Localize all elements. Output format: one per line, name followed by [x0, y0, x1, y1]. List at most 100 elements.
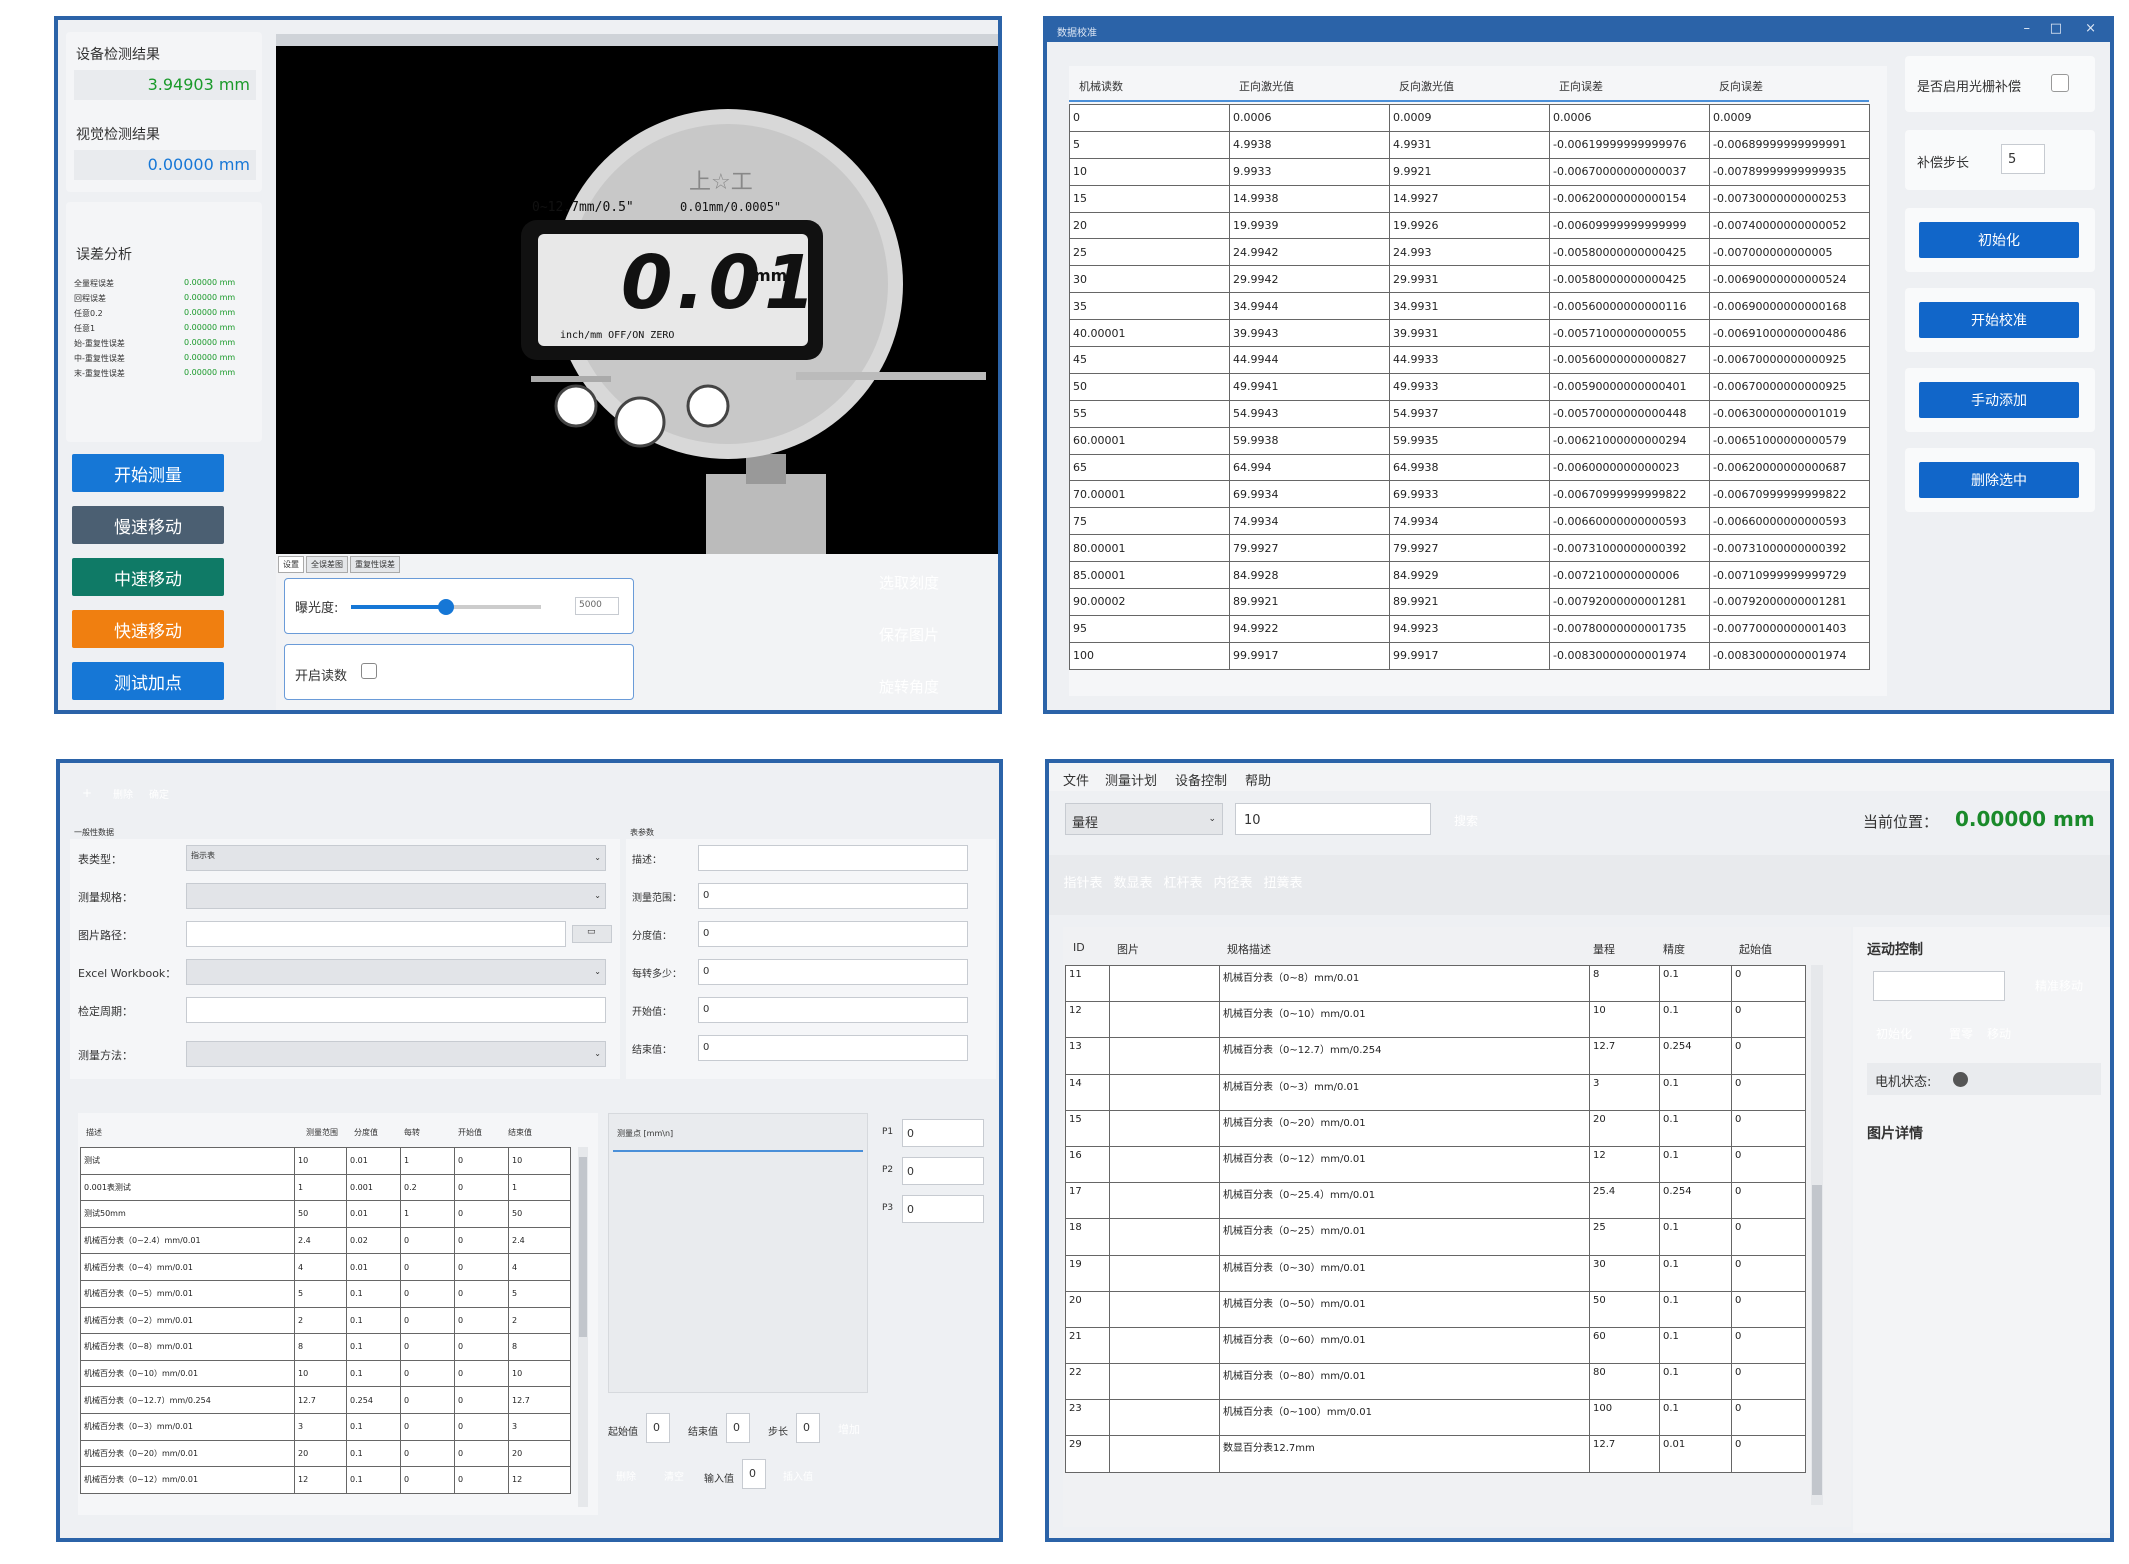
step-value-input[interactable]: 0	[796, 1413, 820, 1443]
gauge-plan-row[interactable]: 19 机械百分表（0~30）mm/0.01 30 0.1 0	[1065, 1254, 1806, 1292]
gauge-plan-row[interactable]: 21 机械百分表（0~60）mm/0.01 60 0.1 0	[1065, 1326, 1806, 1365]
select-scale-button[interactable]: 选取刻度	[876, 563, 942, 601]
slow-move-button[interactable]: 慢速移动	[72, 506, 224, 544]
calibration-row[interactable]: 15 14.9938 14.9927 -0.00620000000000154 -0.0…	[1069, 184, 1870, 213]
points-list[interactable]: 测量点 [mm\n]	[608, 1113, 868, 1393]
gauge-list-row[interactable]: 机械百分表（0~2）mm/0.01 2 0.1 0 0 2	[80, 1306, 571, 1335]
exposure-slider-handle[interactable]	[438, 599, 454, 615]
scrollbar-thumb[interactable]	[1812, 1185, 1822, 1495]
calibration-row[interactable]: 10 9.9933 9.9921 -0.00670000000000037 -0.007…	[1069, 157, 1870, 186]
method-select[interactable]: ⌄	[186, 1041, 606, 1067]
search-button[interactable]: 搜索	[1451, 803, 1481, 837]
grating-checkbox[interactable]	[2051, 74, 2069, 92]
calibration-row[interactable]: 55 54.9943 54.9937 -0.00570000000000448 -0.0…	[1069, 399, 1870, 428]
menu-file[interactable]: 文件	[1063, 770, 1089, 789]
test-add-point-button[interactable]: 测试加点	[72, 662, 224, 700]
spec-select[interactable]: ⌄	[186, 883, 606, 909]
gauge-list-row[interactable]: 机械百分表（0~2.4）mm/0.01 2.4 0.02 0 0 2.4	[80, 1226, 571, 1255]
excel-workbook-select[interactable]: ⌄	[186, 959, 606, 985]
param-per-rev-input[interactable]: 0	[698, 959, 968, 985]
calibration-row[interactable]: 65 64.994 64.9938 -0.0060000000000023 -0.006…	[1069, 453, 1870, 482]
menu-help[interactable]: 帮助	[1245, 770, 1271, 789]
param-range-input[interactable]: 0	[698, 883, 968, 909]
gauge-list-row[interactable]: 测试50mm 50 0.01 1 0 50	[80, 1200, 571, 1228]
calibration-row[interactable]: 60.00001 59.9938 59.9935 -0.006210000000002…	[1069, 426, 1870, 455]
calibration-row[interactable]: 70.00001 69.9934 69.9933 -0.006709999999998…	[1069, 480, 1870, 509]
param-desc-input[interactable]	[698, 845, 968, 871]
confirm-button[interactable]: 确定	[144, 777, 174, 809]
lever-gauge-button[interactable]: 杠杆表	[1161, 865, 1205, 897]
fast-move-button[interactable]: 快速移动	[72, 610, 224, 648]
camera-view[interactable]: 上☆工 0~12.7mm/0.5" 0.01mm/0.0005" 0.01 mm…	[276, 34, 998, 554]
filter-select[interactable]: 量程 ⌄	[1065, 803, 1223, 835]
p2-input[interactable]: 0	[902, 1157, 984, 1185]
calibration-row[interactable]: 0 0.0006 0.0009 0.0006 0.0009	[1069, 104, 1870, 132]
p1-input[interactable]: 0	[902, 1119, 984, 1147]
gauge-list-row[interactable]: 测试 10 0.01 1 0 10	[80, 1147, 571, 1175]
calibration-row[interactable]: 75 74.9934 74.9934 -0.00660000000000593 -0.0…	[1069, 507, 1870, 536]
gauge-plan-row[interactable]: 15 机械百分表（0~20）mm/0.01 20 0.1 0	[1065, 1109, 1806, 1147]
calibration-row[interactable]: 100 99.9917 99.9917 -0.00830000000001974 -0.…	[1069, 641, 1870, 670]
start-calibration-button[interactable]: 开始校准	[1919, 302, 2079, 338]
gauge-plan-row[interactable]: 22 机械百分表（0~80）mm/0.01 80 0.1 0	[1065, 1363, 1806, 1401]
gauge-plan-row[interactable]: 20 机械百分表（0~50）mm/0.01 50 0.1 0	[1065, 1290, 1806, 1328]
maximize-icon[interactable]: □	[2050, 21, 2062, 36]
tab-repeatability-error[interactable]: 重复性误差	[350, 556, 400, 573]
step-input[interactable]: 5	[2001, 144, 2045, 174]
insert-value-button[interactable]: 插入值	[778, 1459, 818, 1491]
gauge-list-row[interactable]: 机械百分表（0~12.7）mm/0.254 12.7 0.254 0 0 12.7	[80, 1386, 571, 1414]
gauge-list-scrollbar[interactable]	[578, 1147, 588, 1507]
motor-init-button[interactable]: 初始化	[1873, 1015, 1915, 1051]
start-measure-button[interactable]: 开始测量	[72, 454, 224, 492]
digital-gauge-button[interactable]: 数显表	[1111, 865, 1155, 897]
gauge-list-row[interactable]: 机械百分表（0~12）mm/0.01 12 0.1 0 0 12	[80, 1466, 571, 1494]
calibration-row[interactable]: 85.00001 84.9928 84.9929 -0.007210000000000…	[1069, 561, 1870, 590]
calibration-row[interactable]: 30 29.9942 29.9931 -0.00580000000000425 -0.0…	[1069, 265, 1870, 294]
tab-full-error-chart[interactable]: 全误差图	[306, 556, 348, 573]
medium-move-button[interactable]: 中速移动	[72, 558, 224, 596]
precise-move-input[interactable]	[1873, 971, 2005, 1001]
gauge-list-row[interactable]: 0.001表测试 1 0.001 0.2 0 1	[80, 1173, 571, 1202]
exposure-input[interactable]: 5000	[575, 597, 619, 615]
manual-add-button[interactable]: 手动添加	[1919, 382, 2079, 418]
torsion-gauge-button[interactable]: 扭簧表	[1261, 865, 1305, 897]
calibration-row[interactable]: 50 49.9941 49.9933 -0.00590000000000401 -0.0…	[1069, 372, 1870, 401]
gauge-list-row[interactable]: 机械百分表（0~8）mm/0.01 8 0.1 0 0 8	[80, 1333, 571, 1361]
param-end-input[interactable]: 0	[698, 1035, 968, 1061]
gauge-plan-row[interactable]: 16 机械百分表（0~12）mm/0.01 12 0.1 0	[1065, 1145, 1806, 1184]
close-icon[interactable]: ×	[2085, 21, 2096, 36]
calibration-row[interactable]: 5 4.9938 4.9931 -0.00619999999999976 -0.0068…	[1069, 130, 1870, 159]
input-value-field[interactable]: 0	[742, 1459, 766, 1489]
gauge-list-row[interactable]: 机械百分表（0~20）mm/0.01 20 0.1 0 0 20	[80, 1439, 571, 1468]
gauge-plan-row[interactable]: 18 机械百分表（0~25）mm/0.01 25 0.1 0	[1065, 1218, 1806, 1256]
browse-folder-button[interactable]: ▭	[572, 925, 612, 943]
start-value-input[interactable]: 0	[646, 1413, 670, 1443]
gauge-plan-row[interactable]: 13 机械百分表（0~12.7）mm/0.254 12.7 0.254 0	[1065, 1037, 1806, 1075]
zero-button[interactable]: 置零	[1947, 1015, 1975, 1051]
gauge-plan-row[interactable]: 14 机械百分表（0~3）mm/0.01 3 0.1 0	[1065, 1073, 1806, 1111]
scrollbar-thumb[interactable]	[579, 1157, 587, 1337]
rotate-angle-button[interactable]: 旋转角度	[876, 667, 942, 705]
calibration-row[interactable]: 95 94.9922 94.9923 -0.00780000000001735 -0.0…	[1069, 614, 1870, 643]
calibration-row[interactable]: 40.00001 39.9943 39.9931 -0.005710000000000…	[1069, 319, 1870, 348]
add-button[interactable]: +	[72, 777, 102, 809]
gauge-plan-scrollbar[interactable]	[1811, 965, 1823, 1505]
gauge-plan-row[interactable]: 17 机械百分表（0~25.4）mm/0.01 25.4 0.254 0	[1065, 1182, 1806, 1220]
gauge-list-row[interactable]: 机械百分表（0~10）mm/0.01 10 0.1 0 0 10	[80, 1359, 571, 1388]
calibration-row[interactable]: 45 44.9944 44.9933 -0.00560000000000827 -0.0…	[1069, 346, 1870, 374]
gauge-plan-row[interactable]: 29 数显百分表12.7mm 12.7 0.01 0	[1065, 1435, 1806, 1473]
gauge-plan-row[interactable]: 12 机械百分表（0~10）mm/0.01 10 0.1 0	[1065, 1001, 1806, 1039]
type-select[interactable]: 指示表 ⌄	[186, 845, 606, 871]
end-value-input[interactable]: 0	[726, 1413, 750, 1443]
calibration-row[interactable]: 20 19.9939 19.9926 -0.00609999999999999 -0.0…	[1069, 211, 1870, 240]
gauge-plan-row[interactable]: 23 机械百分表（0~100）mm/0.01 100 0.1 0	[1065, 1399, 1806, 1437]
filter-input[interactable]: 10	[1235, 803, 1431, 835]
move-button[interactable]: 移动	[1985, 1015, 2013, 1051]
gauge-plan-row[interactable]: 11 机械百分表（0~8）mm/0.01 8 0.1 0	[1065, 964, 1806, 1003]
delete-selected-button[interactable]: 删除选中	[1919, 462, 2079, 498]
bore-gauge-button[interactable]: 内径表	[1211, 865, 1255, 897]
param-start-input[interactable]: 0	[698, 997, 968, 1023]
tab-settings[interactable]: 设置	[278, 556, 304, 573]
minimize-icon[interactable]: –	[2024, 21, 2031, 36]
image-path-input[interactable]	[186, 921, 566, 947]
